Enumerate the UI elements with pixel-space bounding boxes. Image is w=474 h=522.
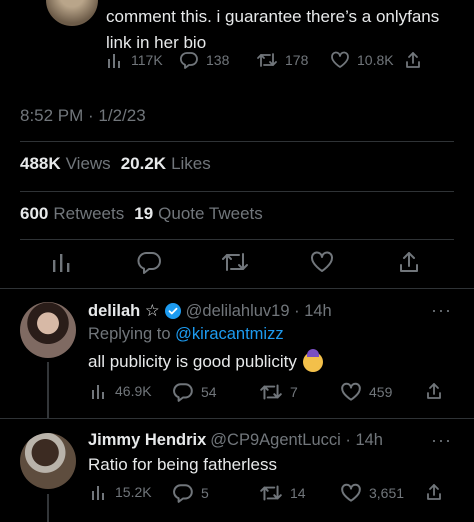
retweets-total: 600 <box>20 204 49 223</box>
reply-header: Jimmy Hendrix @CP9AgentLucci · 14h <box>88 431 383 450</box>
divider <box>20 191 454 192</box>
more-icon[interactable]: ··· <box>431 300 452 321</box>
views-count: 46.9K <box>115 383 152 399</box>
divider <box>20 141 454 142</box>
like-button[interactable]: 459 <box>340 382 392 402</box>
likes-label: Likes <box>171 154 211 173</box>
comment-icon <box>173 383 193 402</box>
like-count: 459 <box>369 384 393 400</box>
retweet-icon <box>260 485 282 501</box>
likes-stat[interactable]: 20.2K Likes <box>121 154 211 174</box>
reply-header: delilah ☆ @delilahluv19 · 14h <box>88 301 332 321</box>
retweets-label: Retweets <box>53 204 125 223</box>
reply-text: Ratio for being fatherless <box>88 455 277 474</box>
divider <box>0 288 474 289</box>
retweet-stats: 600 Retweets 19 Quote Tweets <box>20 204 263 224</box>
reply-text-row: Ratio for being fatherless <box>88 455 277 475</box>
heart-icon <box>341 382 361 401</box>
retweet-count: 178 <box>285 52 309 68</box>
share-button[interactable] <box>425 483 443 501</box>
share-icon <box>400 252 418 272</box>
like-button[interactable]: 3,651 <box>340 483 404 503</box>
bar-chart-icon <box>92 385 104 399</box>
tweet-text: comment this. i guarantee there’s a only… <box>106 7 440 52</box>
reply-button[interactable]: 54 <box>172 382 217 402</box>
retweet-button[interactable]: 7 <box>259 382 298 402</box>
tweet-actions: 117K 138 178 10.8K <box>106 51 436 75</box>
display-name[interactable]: Jimmy Hendrix <box>88 431 206 450</box>
views-likes-stats: 488K Views 20.2K Likes <box>20 154 211 174</box>
views-count: 15.2K <box>115 484 152 500</box>
reply-actions: 46.9K 54 7 459 <box>88 382 448 406</box>
bar-chart-icon <box>92 486 104 500</box>
share-button[interactable] <box>425 382 443 400</box>
handle[interactable]: @CP9AgentLucci · 14h <box>210 431 383 450</box>
shrug-emoji-icon <box>302 349 323 372</box>
thread-line <box>47 494 49 522</box>
reply-text-row: all publicity is good publicity <box>88 349 323 372</box>
reply-text: all publicity is good publicity <box>88 352 297 371</box>
avatar[interactable] <box>20 433 76 489</box>
reply-count: 138 <box>206 52 230 68</box>
bar-chart-icon <box>108 54 120 68</box>
main-action-bar <box>0 240 474 284</box>
comment-icon <box>173 484 193 503</box>
views-count: 117K <box>131 52 163 68</box>
reply-button[interactable] <box>136 250 162 279</box>
reply-count: 5 <box>201 485 209 501</box>
views-stat: 488K Views <box>20 154 111 174</box>
quotes-total: 19 <box>134 204 154 223</box>
retweet-button[interactable]: 178 <box>256 51 308 69</box>
retweet-icon <box>222 253 248 271</box>
comment-icon <box>137 252 161 274</box>
heart-icon <box>331 51 349 68</box>
quote-tweets-stat[interactable]: 19 Quote Tweets <box>134 204 263 224</box>
like-button[interactable] <box>309 250 335 279</box>
quotes-label: Quote Tweets <box>158 204 263 223</box>
retweet-button[interactable]: 14 <box>259 483 306 503</box>
views-button[interactable] <box>50 250 74 279</box>
like-button[interactable]: 10.8K <box>330 51 394 69</box>
retweet-count: 7 <box>290 384 298 400</box>
replying-prefix: Replying to <box>88 325 171 343</box>
share-icon <box>406 52 420 68</box>
replying-to-link[interactable]: @kiracantmizz <box>175 325 283 343</box>
replying-to: Replying to @kiracantmizz <box>88 325 284 344</box>
retweets-stat[interactable]: 600 Retweets <box>20 204 124 224</box>
reply-button[interactable]: 5 <box>172 483 209 503</box>
retweet-count: 14 <box>290 485 306 501</box>
thread-line <box>47 362 49 418</box>
views-button[interactable]: 46.9K <box>90 382 152 400</box>
like-count: 10.8K <box>357 52 394 68</box>
heart-icon <box>311 251 333 272</box>
avatar[interactable] <box>20 302 76 358</box>
reply-button[interactable]: 138 <box>179 51 229 69</box>
retweet-button[interactable] <box>221 250 249 279</box>
share-icon <box>427 383 441 399</box>
retweet-icon <box>260 384 282 400</box>
verified-badge-icon <box>164 303 181 319</box>
views-button[interactable]: 117K <box>106 51 163 69</box>
share-button[interactable] <box>397 250 421 279</box>
display-name[interactable]: delilah ☆ <box>88 301 160 321</box>
avatar[interactable] <box>44 0 100 28</box>
handle[interactable]: @delilahluv19 · 14h <box>186 302 332 321</box>
views-total: 488K <box>20 154 61 173</box>
heart-icon <box>341 483 361 502</box>
views-label: Views <box>65 154 111 173</box>
reply-count: 54 <box>201 384 217 400</box>
tweet-timestamp: 8:52 PM · 1/2/23 <box>20 106 146 125</box>
more-icon[interactable]: ··· <box>431 430 452 451</box>
comment-icon <box>179 52 198 69</box>
like-count: 3,651 <box>369 485 405 501</box>
views-button[interactable]: 15.2K <box>90 483 152 501</box>
share-button[interactable] <box>404 51 422 69</box>
likes-total: 20.2K <box>120 154 167 173</box>
reply-actions: 15.2K 5 14 3,651 <box>88 483 448 507</box>
retweet-icon <box>257 53 277 67</box>
divider <box>0 418 474 419</box>
bar-chart-icon <box>53 254 70 272</box>
share-icon <box>427 484 441 500</box>
